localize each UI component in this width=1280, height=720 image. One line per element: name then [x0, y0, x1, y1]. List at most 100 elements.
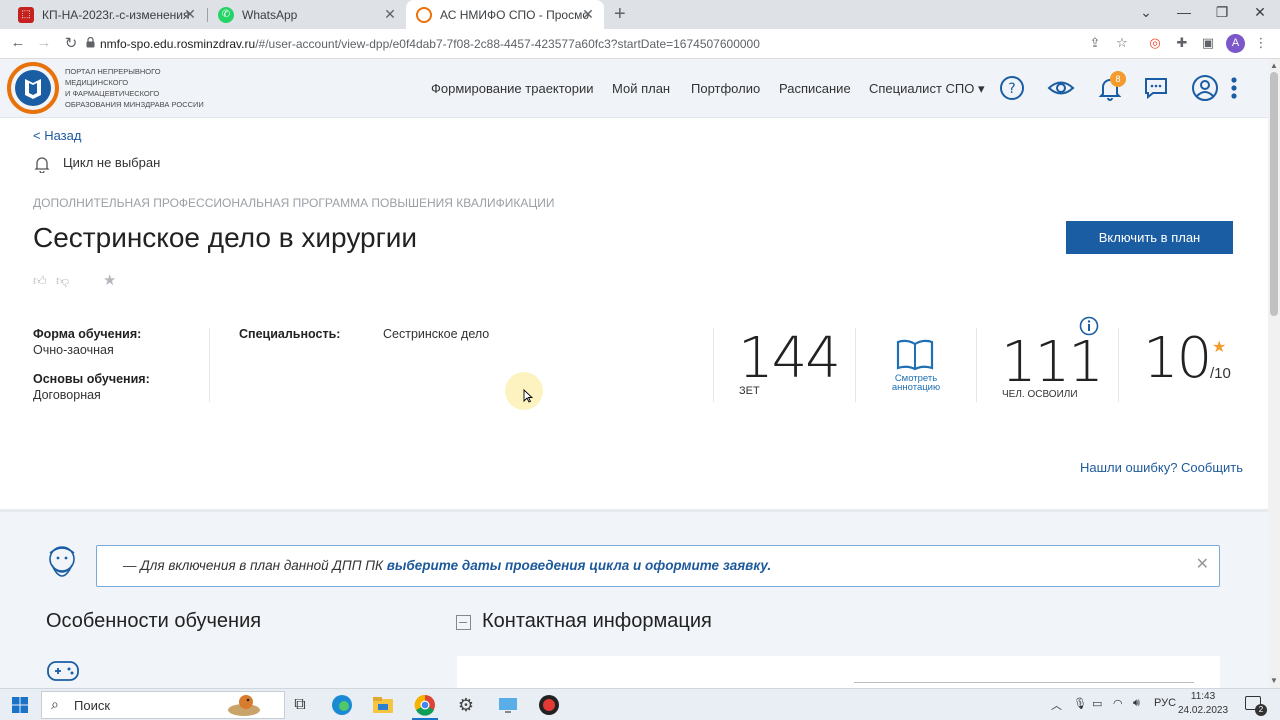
nmifo-icon [416, 6, 432, 23]
user-account-icon[interactable] [1191, 74, 1219, 102]
gamepad-icon [47, 661, 79, 681]
include-in-plan-button[interactable]: Включить в план [1066, 221, 1233, 254]
plan-notice-banner: — Для включения в план данной ДПП ПК выб… [96, 545, 1220, 587]
thumbs-down-icon[interactable]: 👎︎ [56, 273, 69, 289]
notice-text: — Для включения в план данной ДПП ПК выб… [123, 558, 772, 573]
close-tab-icon[interactable]: ✕ [182, 6, 198, 23]
minimize-button[interactable]: — [1169, 4, 1199, 20]
messages-icon[interactable] [1143, 75, 1169, 101]
tab-title: КП-НА-2023г.-с-изменениями-с [42, 7, 190, 22]
microphone-icon[interactable]: 🎙︎ [1073, 697, 1087, 710]
rating-value: 10 [1143, 326, 1212, 391]
url-field[interactable]: nmfo-spo.edu.rosminzdrav.ru/#/user-accou… [100, 37, 760, 51]
mastered-label: чел. освоили [1002, 389, 1078, 400]
doctor-mascot-icon [49, 546, 75, 577]
back-link[interactable]: < Назад [33, 128, 81, 143]
basis-value: Договорная [33, 388, 101, 402]
favorite-star-icon[interactable]: ★ [103, 271, 116, 289]
pdf-icon: ⬚ [18, 6, 34, 23]
wifi-icon[interactable]: ◠ [1113, 697, 1123, 710]
browser-tab-whatsapp[interactable]: ✆ WhatsApp ✕ [208, 0, 406, 29]
eye-icon[interactable] [1047, 75, 1075, 101]
contact-collapse-icon[interactable] [456, 615, 471, 630]
zet-value: 144 [738, 326, 841, 391]
specialty-value: Сестринское дело [383, 327, 490, 341]
view-annotation-link[interactable]: Смотреть аннотацию [888, 374, 944, 393]
clock[interactable]: 11:43 24.02.2023 [1178, 690, 1228, 718]
nav-my-plan[interactable]: Мой план [612, 81, 670, 96]
browser-tab-bar: ⬚ КП-НА-2023г.-с-изменениями-с ✕ ✆ Whats… [0, 0, 1280, 29]
help-icon[interactable]: ? [999, 75, 1025, 101]
divider [1118, 328, 1119, 402]
divider [713, 328, 714, 402]
recorder-icon[interactable] [538, 694, 560, 716]
rating-star-icon: ★ [1212, 339, 1227, 356]
thumbs-up-icon[interactable]: 👍︎ [33, 273, 47, 289]
chrome-icon[interactable] [414, 694, 436, 716]
scrollbar-thumb[interactable] [1270, 72, 1278, 316]
rating-max: /10 [1210, 365, 1231, 382]
search-highlight-bird-icon [228, 695, 260, 716]
more-menu-icon[interactable] [1228, 75, 1240, 101]
extensions-puzzle-icon[interactable]: ✚ [1172, 35, 1192, 51]
svg-text:?: ? [1008, 81, 1015, 97]
nav-specialist-dropdown[interactable]: Специалист СПО ▾ [869, 81, 985, 97]
remote-desktop-icon[interactable] [497, 694, 519, 716]
zet-label: ЗЕТ [739, 385, 760, 397]
report-error-link[interactable]: Нашли ошибку? Сообщить [1080, 460, 1243, 475]
portal-logo[interactable] [7, 62, 59, 114]
taskbar-search[interactable]: ⌕ Поиск [41, 691, 285, 719]
profile-avatar[interactable]: A [1226, 34, 1245, 53]
program-type: Дополнительная профессиональная программ… [33, 196, 555, 210]
specialty-label: Специальность: [239, 327, 341, 341]
back-arrow-icon[interactable]: ← [8, 34, 28, 51]
close-tab-icon[interactable]: ✕ [580, 6, 596, 23]
contact-field[interactable] [854, 682, 1194, 684]
logo-text: Портал непрерывного медицинского и фарма… [65, 67, 204, 109]
bookmark-star-icon[interactable]: ☆ [1112, 35, 1132, 51]
search-icon: ⌕ [51, 696, 59, 712]
extension-icon[interactable]: ◎ [1145, 35, 1165, 51]
settings-gear-icon[interactable]: ⚙ [455, 694, 477, 716]
close-tab-icon[interactable]: ✕ [382, 6, 398, 23]
mastered-value: 111 [1001, 330, 1104, 395]
notification-count-badge: 2 [1255, 704, 1267, 716]
tab-search-icon[interactable]: ⌄ [1131, 4, 1161, 21]
windows-taskbar: ⌕ Поиск ⧉ ⚙ ︿ 🎙︎ ▭ ◠ 🔊︎ РУС 11:43 24.02.… [0, 688, 1280, 720]
address-bar: ← → ↻ nmfo-spo.edu.rosminzdrav.ru/#/user… [0, 29, 1280, 59]
maximize-button[interactable]: ❐ [1207, 4, 1237, 21]
browser-tab-nmifo[interactable]: АС НМИФО СПО - Просмотр Д ✕ [406, 0, 604, 29]
share-icon[interactable]: ⇪ [1085, 35, 1105, 51]
battery-icon[interactable]: ▭ [1092, 697, 1102, 710]
chrome-menu-icon[interactable]: ⋮ [1251, 35, 1271, 51]
windows-start-icon[interactable] [12, 697, 28, 713]
volume-icon[interactable]: 🔊︎ [1133, 697, 1140, 710]
cycle-status: Цикл не выбран [63, 155, 161, 170]
browser-tab-pdf[interactable]: ⬚ КП-НА-2023г.-с-изменениями-с ✕ [8, 0, 206, 29]
nav-trajectory[interactable]: Формирование траектории [431, 81, 594, 96]
scroll-down-icon[interactable]: ▼ [1270, 676, 1278, 685]
language-indicator[interactable]: РУС [1154, 697, 1176, 709]
form-value: Очно-заочная [33, 343, 114, 357]
features-title: Особенности обучения [46, 610, 262, 632]
book-annotation-icon[interactable] [895, 338, 935, 372]
tab-title: WhatsApp [242, 7, 298, 22]
forward-arrow-icon[interactable]: → [34, 34, 54, 51]
close-window-button[interactable]: ✕ [1245, 4, 1275, 21]
page-title: Сестринское дело в хирургии [33, 222, 418, 253]
tray-expand-icon[interactable]: ︿ [1051, 697, 1062, 713]
close-notice-icon[interactable]: ✕ [1196, 554, 1209, 574]
scroll-up-icon[interactable]: ▲ [1270, 61, 1278, 70]
task-view-icon[interactable]: ⧉ [289, 694, 311, 716]
new-tab-button[interactable]: + [614, 3, 626, 26]
reload-icon[interactable]: ↻ [61, 34, 81, 52]
file-explorer-icon[interactable] [372, 694, 394, 716]
divider [855, 328, 856, 402]
nav-portfolio[interactable]: Портфолио [691, 81, 760, 96]
lock-icon[interactable] [86, 37, 95, 48]
nav-schedule[interactable]: Расписание [779, 81, 851, 96]
edge-icon[interactable] [331, 694, 353, 716]
basis-label: Основы обучения: [33, 372, 150, 386]
site-header: Портал непрерывного медицинского и фарма… [0, 59, 1268, 118]
side-panel-icon[interactable]: ▣ [1198, 35, 1218, 51]
